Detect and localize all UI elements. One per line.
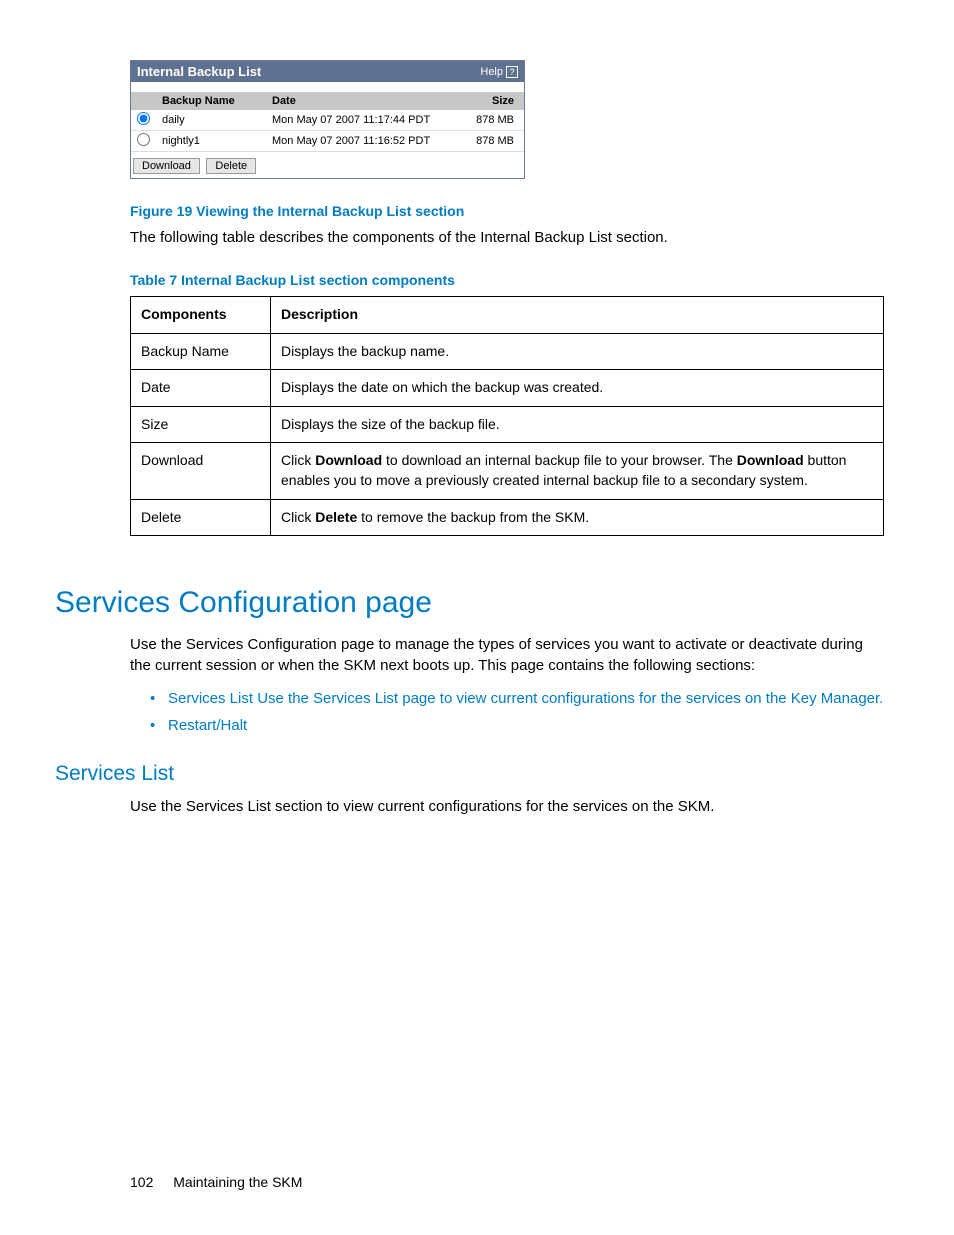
services-list-text: Use the Services List section to view cu… [130, 796, 884, 817]
internal-backup-list-widget: Internal Backup List Help ? Backup Name … [130, 60, 525, 179]
radio-daily[interactable] [137, 112, 150, 125]
col-name: Backup Name [156, 92, 266, 110]
chapter-title: Maintaining the SKM [173, 1174, 302, 1190]
cell-description: Click Delete to remove the backup from t… [271, 499, 884, 536]
cell-description: Click Download to download an internal b… [271, 443, 884, 499]
cell-component: Size [131, 406, 271, 443]
download-button[interactable]: Download [133, 158, 200, 174]
table-row: Backup Name Displays the backup name. [131, 333, 884, 370]
services-intro: Use the Services Configuration page to m… [130, 634, 884, 676]
cell-description: Displays the size of the backup file. [271, 406, 884, 443]
heading-services-list: Services List [55, 762, 884, 786]
help-label: Help [480, 66, 503, 78]
widget-button-row: Download Delete [131, 152, 524, 178]
components-table: Components Description Backup Name Displ… [130, 296, 884, 536]
widget-header: Internal Backup List Help ? [131, 61, 524, 82]
cell-size: 878 MB [469, 131, 524, 152]
help-icon: ? [506, 66, 518, 78]
cell-component: Delete [131, 499, 271, 536]
col-date: Date [266, 92, 469, 110]
table-row: nightly1 Mon May 07 2007 11:16:52 PDT 87… [131, 131, 524, 152]
cell-date: Mon May 07 2007 11:17:44 PDT [266, 110, 469, 131]
cell-description: Displays the backup name. [271, 333, 884, 370]
figure-caption: Figure 19 Viewing the Internal Backup Li… [130, 203, 884, 219]
th-description: Description [271, 297, 884, 334]
cell-name: daily [156, 110, 266, 131]
link-restart-halt[interactable]: Restart/Halt [150, 715, 884, 736]
cell-component: Date [131, 370, 271, 407]
th-components: Components [131, 297, 271, 334]
section-links: Services List Use the Services List page… [150, 688, 884, 736]
cell-date: Mon May 07 2007 11:16:52 PDT [266, 131, 469, 152]
cell-component: Download [131, 443, 271, 499]
link-services-list[interactable]: Services List Use the Services List page… [150, 688, 884, 709]
delete-button[interactable]: Delete [206, 158, 256, 174]
table-caption: Table 7 Internal Backup List section com… [130, 272, 884, 288]
help-link[interactable]: Help ? [480, 66, 518, 78]
widget-spacer [131, 82, 524, 92]
widget-title: Internal Backup List [137, 64, 261, 79]
table-row: Date Displays the date on which the back… [131, 370, 884, 407]
cell-description: Displays the date on which the backup wa… [271, 370, 884, 407]
backup-table: Backup Name Date Size daily Mon May 07 2… [131, 92, 524, 152]
col-select [131, 92, 156, 110]
page-footer: 102 Maintaining the SKM [130, 1174, 302, 1190]
table-row: Delete Click Delete to remove the backup… [131, 499, 884, 536]
page-number: 102 [130, 1174, 153, 1190]
radio-nightly1[interactable] [137, 133, 150, 146]
heading-services-config: Services Configuration page [55, 586, 884, 620]
cell-component: Backup Name [131, 333, 271, 370]
cell-size: 878 MB [469, 110, 524, 131]
intro-text: The following table describes the compon… [130, 227, 884, 248]
col-size: Size [469, 92, 524, 110]
cell-name: nightly1 [156, 131, 266, 152]
table-row: Size Displays the size of the backup fil… [131, 406, 884, 443]
table-row: daily Mon May 07 2007 11:17:44 PDT 878 M… [131, 110, 524, 131]
table-row: Download Click Download to download an i… [131, 443, 884, 499]
